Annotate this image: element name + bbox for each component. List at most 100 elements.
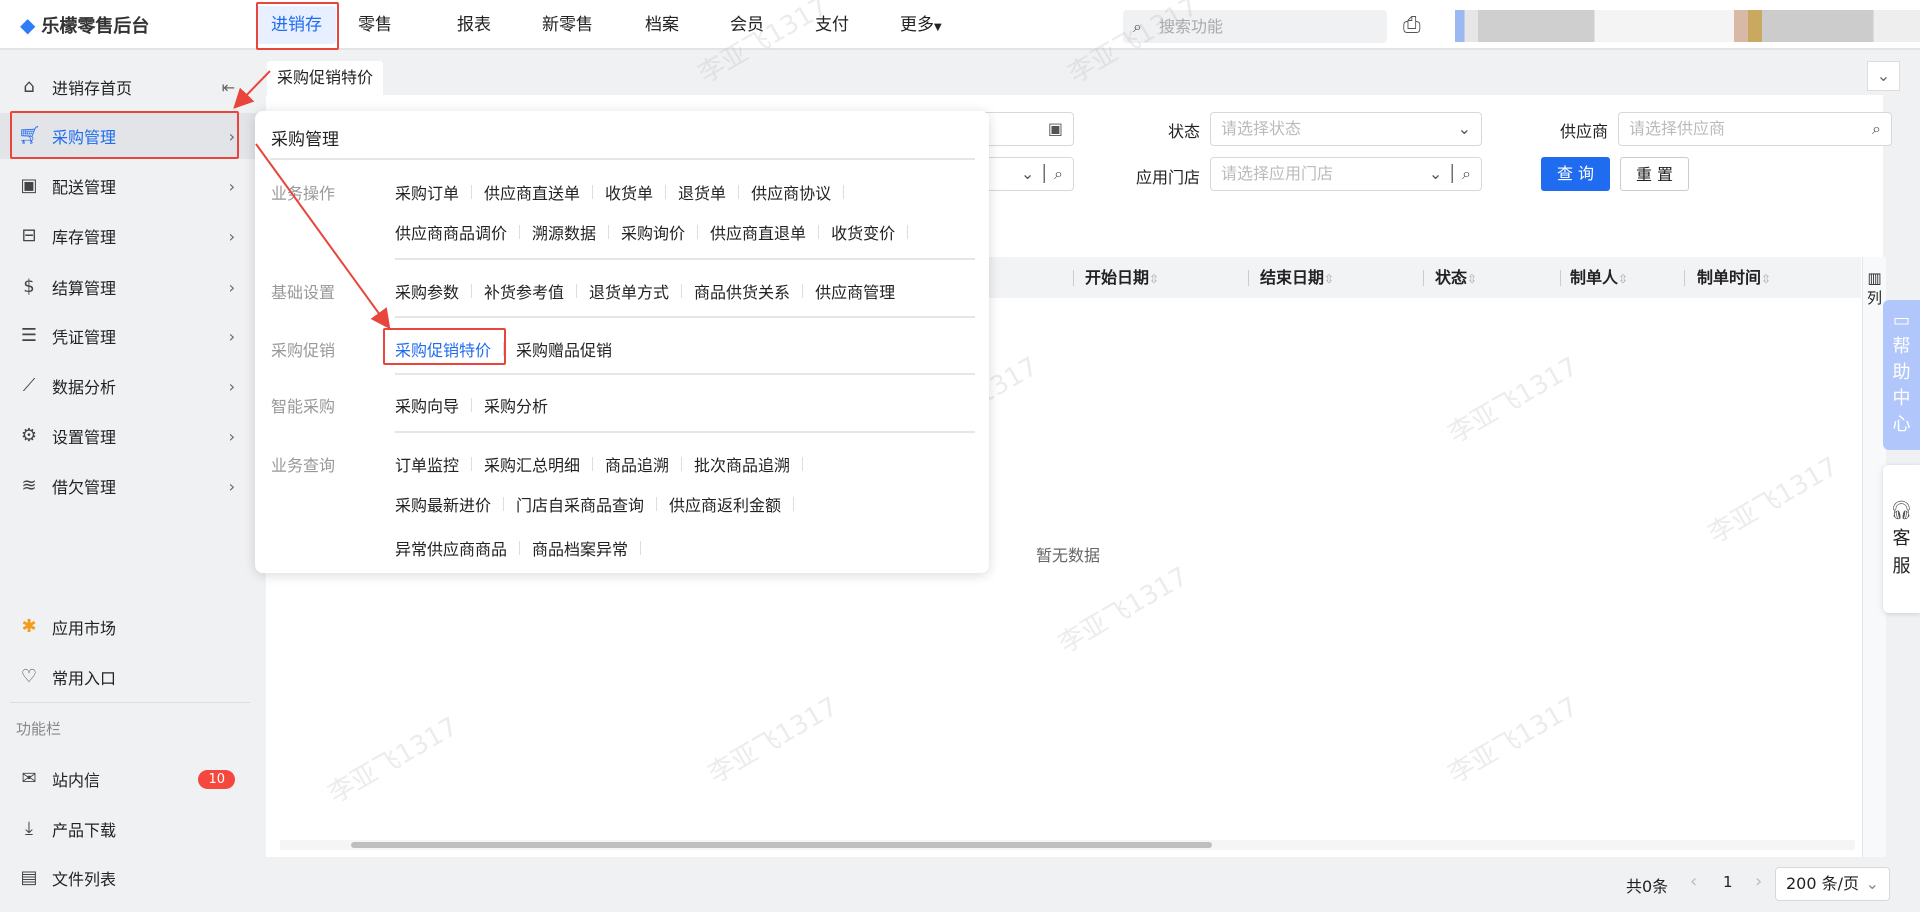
- menu-item[interactable]: 采购向导: [395, 393, 471, 417]
- horizontal-scrollbar[interactable]: [280, 840, 1855, 850]
- menu-row: 采购参数 补货参考值 退货单方式 商品供货关系 供应商管理: [395, 279, 907, 303]
- sort-icon[interactable]: ⇳: [1324, 272, 1334, 286]
- divider: [270, 158, 975, 160]
- nav-new-retail[interactable]: 新零售: [542, 0, 593, 50]
- column-separator: [1560, 270, 1561, 286]
- sidebar-item-analytics[interactable]: ⟋ 数据分析 ›: [0, 363, 265, 409]
- sidebar-item-home[interactable]: ⌂ 进销存首页 ⇤: [0, 64, 265, 110]
- page-number[interactable]: 1: [1723, 873, 1733, 891]
- nav-more[interactable]: 更多▼: [900, 0, 942, 50]
- menu-item[interactable]: 供应商直送单: [472, 180, 592, 204]
- file-list-icon: ▤: [20, 867, 38, 888]
- empty-state: 暂无数据: [1036, 546, 1101, 565]
- supplier-label: 供应商: [1559, 122, 1608, 141]
- sidebar-item-downloads[interactable]: ⤓ 产品下载: [0, 806, 265, 852]
- user-info-blurred[interactable]: [1455, 10, 1920, 42]
- calendar-icon: ▣: [1047, 119, 1063, 138]
- menu-item[interactable]: 溯源数据: [520, 220, 608, 244]
- help-center-button[interactable]: ▭ 帮助中心: [1883, 300, 1920, 450]
- search-input[interactable]: ⌕ 搜索功能: [1123, 10, 1387, 43]
- column-end-date[interactable]: 结束日期⇳: [1260, 257, 1334, 298]
- sidebar-item-inbox[interactable]: ✉ 站内信 10: [0, 756, 265, 802]
- menu-item[interactable]: 商品追溯: [593, 452, 681, 476]
- caret-down-icon: ▼: [934, 22, 942, 33]
- menu-item[interactable]: 批次商品追溯: [682, 452, 802, 476]
- query-button[interactable]: 查 询: [1541, 157, 1610, 191]
- reset-button[interactable]: 重 置: [1620, 157, 1689, 191]
- menu-item[interactable]: 采购询价: [609, 220, 697, 244]
- column-start-date[interactable]: 开始日期⇳: [1085, 257, 1159, 298]
- menu-item[interactable]: 采购赠品促销: [504, 337, 624, 361]
- menu-item[interactable]: 异常供应商商品: [395, 536, 519, 560]
- chevron-down-icon: ⌄: [1457, 119, 1471, 138]
- nav-member[interactable]: 会员: [730, 0, 764, 50]
- printer-icon[interactable]: ⎙: [1403, 13, 1421, 38]
- tabs-dropdown-button[interactable]: ⌄: [1867, 61, 1900, 91]
- column-created-time[interactable]: 制单时间⇳: [1697, 257, 1771, 298]
- column-status[interactable]: 状态⇳: [1435, 257, 1477, 298]
- menu-item[interactable]: 退货单方式: [577, 279, 681, 303]
- sidebar-item-delivery[interactable]: ▣ 配送管理 ›: [0, 163, 265, 209]
- menu-row: 供应商商品调价 溯源数据 采购询价 供应商直退单 收货变价: [395, 220, 909, 244]
- menu-item[interactable]: 商品供货关系: [682, 279, 802, 303]
- headset-icon: 🎧︎: [1890, 500, 1913, 521]
- menu-item[interactable]: 供应商直退单: [698, 220, 818, 244]
- sidebar-item-voucher[interactable]: ☰ 凭证管理 ›: [0, 313, 265, 359]
- menu-item-separator: [907, 225, 909, 239]
- page-size-select[interactable]: 200 条/页 ⌄: [1775, 867, 1890, 901]
- menu-item[interactable]: 订单监控: [395, 452, 471, 476]
- annotation-box-menu-item: [383, 328, 506, 365]
- annotation-box-sidebar: [10, 111, 239, 159]
- sort-icon[interactable]: ⇳: [1618, 272, 1628, 286]
- nav-retail[interactable]: 零售: [358, 0, 392, 50]
- supplier-input[interactable]: 请选择供应商 ⌕: [1618, 112, 1892, 146]
- column-creator[interactable]: 制单人⇳: [1570, 257, 1628, 298]
- sidebar-item-inventory[interactable]: ⊟ 库存管理 ›: [0, 213, 265, 259]
- sidebar-item-favorites[interactable]: ♡ 常用入口: [0, 654, 265, 700]
- menu-item[interactable]: 采购最新进价: [395, 492, 503, 516]
- menu-item[interactable]: 采购分析: [472, 393, 560, 417]
- sidebar-item-settings[interactable]: ⚙ 设置管理 ›: [0, 413, 265, 459]
- tab-purchase-promo-price[interactable]: 采购促销特价: [267, 61, 384, 95]
- customer-service-button[interactable]: 🎧︎ 客服: [1883, 465, 1920, 613]
- sidebar-item-app-market[interactable]: ✱ 应用市场: [0, 604, 265, 650]
- nav-reports[interactable]: 报表: [457, 0, 491, 50]
- menu-group-label: 业务查询: [271, 456, 336, 475]
- chevron-right-icon: ›: [228, 376, 235, 396]
- menu-item-separator: [843, 185, 845, 199]
- sort-icon[interactable]: ⇳: [1467, 272, 1477, 286]
- scrollbar-thumb[interactable]: [351, 842, 1212, 848]
- menu-item[interactable]: 退货单: [666, 180, 738, 204]
- menu-item[interactable]: 收货单: [593, 180, 665, 204]
- menu-item[interactable]: 供应商协议: [739, 180, 843, 204]
- next-page-button[interactable]: ›: [1755, 871, 1762, 892]
- menu-item[interactable]: 供应商商品调价: [395, 220, 519, 244]
- column-separator: [1248, 270, 1249, 286]
- sort-icon[interactable]: ⇳: [1761, 272, 1771, 286]
- menu-item[interactable]: 采购参数: [395, 279, 471, 303]
- sidebar-item-files[interactable]: ▤ 文件列表: [0, 855, 265, 901]
- menu-item[interactable]: 商品档案异常: [520, 536, 640, 560]
- menu-item[interactable]: 采购汇总明细: [472, 452, 592, 476]
- chevron-down-icon: ⌄: [1865, 874, 1879, 893]
- menu-item[interactable]: 供应商管理: [803, 279, 907, 303]
- collapse-sidebar-icon[interactable]: ⇤: [222, 78, 235, 97]
- menu-item[interactable]: 补货参考值: [472, 279, 576, 303]
- prev-page-button[interactable]: ‹: [1690, 871, 1697, 892]
- divider: [395, 258, 975, 260]
- sidebar-item-debt[interactable]: ≋ 借欠管理 ›: [0, 463, 265, 509]
- menu-item[interactable]: 门店自采商品查询: [504, 492, 656, 516]
- nav-archive[interactable]: 档案: [645, 0, 679, 50]
- search-icon: ⌄ │ ⌕: [1020, 164, 1063, 183]
- menu-item[interactable]: 供应商返利金额: [657, 492, 793, 516]
- logo[interactable]: ◆ 乐檬零售后台: [20, 12, 149, 38]
- sort-icon[interactable]: ⇳: [1149, 272, 1159, 286]
- sidebar-item-settlement[interactable]: $ 结算管理 ›: [0, 264, 265, 310]
- status-select[interactable]: 请选择状态 ⌄: [1210, 112, 1482, 146]
- menu-item[interactable]: 收货变价: [819, 220, 907, 244]
- store-select[interactable]: 请选择应用门店 ⌄ │ ⌕: [1210, 157, 1482, 191]
- search-icon: ⌕: [1133, 17, 1142, 36]
- menu-item[interactable]: 采购订单: [395, 180, 471, 204]
- nav-payment[interactable]: 支付: [815, 0, 849, 50]
- column-separator: [1073, 270, 1074, 286]
